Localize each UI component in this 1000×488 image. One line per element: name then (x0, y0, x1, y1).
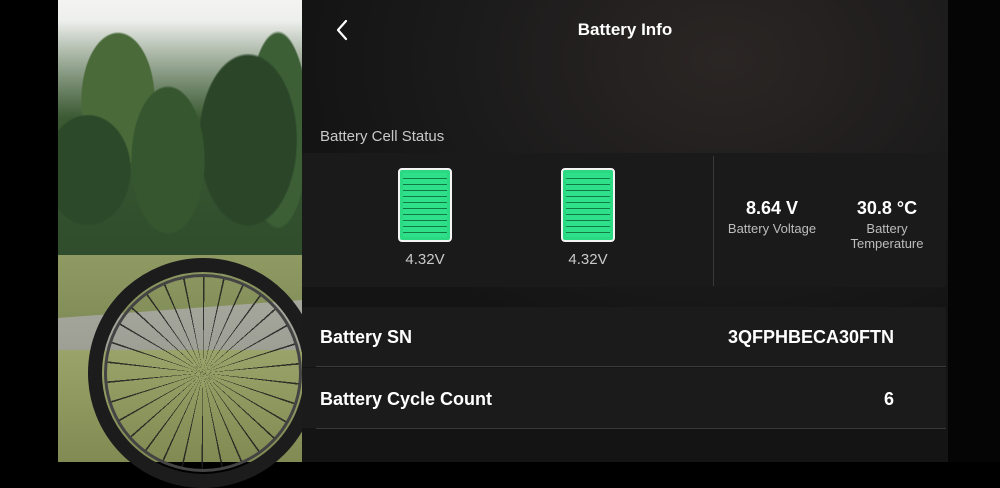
battery-cell-1-icon (398, 168, 452, 242)
battery-cell-2-icon (561, 168, 615, 242)
page-title: Battery Info (577, 20, 673, 39)
battery-cell-2-voltage: 4.32V (568, 251, 608, 268)
battery-temperature-value: 30.8 °C (856, 198, 918, 218)
battery-voltage-label: Battery Voltage (727, 221, 817, 236)
bicycle-spokes (104, 274, 302, 472)
battery-cycle-label: Battery Cycle Count (320, 389, 493, 409)
battery-voltage-value: 8.64 V (745, 198, 799, 218)
battery-sn-label: Battery SN (320, 327, 413, 347)
battery-sn-value: 3QFPHBECA30FTN (727, 327, 894, 347)
row-divider (316, 428, 946, 429)
battery-cell-1-voltage: 4.32V (405, 251, 445, 268)
battery-cycle-value: 6 (883, 389, 894, 409)
battery-temperature-label-2: Temperature (850, 236, 924, 251)
screen-edge-left (0, 0, 58, 462)
screen-edge-right (948, 0, 1000, 462)
row-divider (316, 366, 946, 367)
cell-status-label: Battery Cell Status (320, 128, 445, 145)
battery-temperature-label-1: Battery (866, 221, 908, 236)
